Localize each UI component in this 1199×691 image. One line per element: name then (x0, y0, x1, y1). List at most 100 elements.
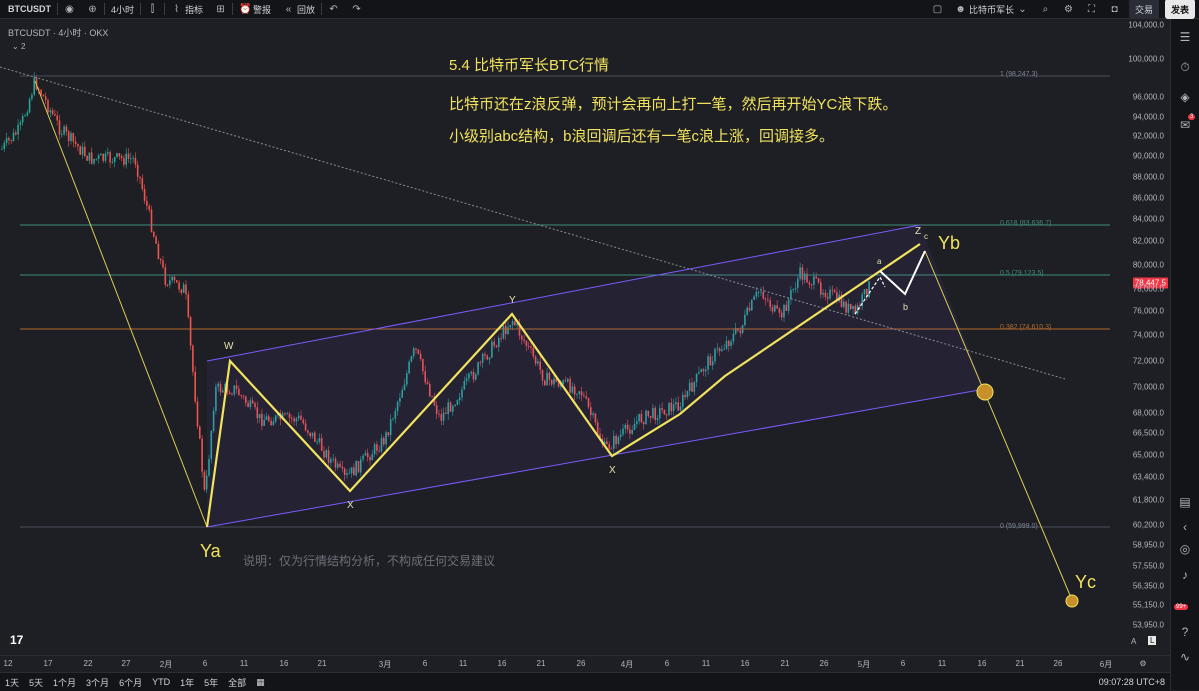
time-label: 6 (664, 659, 670, 668)
symbol-search-button[interactable]: BTCUSDT (0, 0, 57, 18)
range-button[interactable]: 6个月 (114, 676, 147, 689)
publish-button[interactable]: 发表 (1164, 0, 1195, 19)
candle-body (12, 132, 15, 141)
time-axis[interactable]: ⚙ 12 17 22 27 2月 6 11 16 21 3月 6 11 16 21 26 4月 6 11 16 21 2… (0, 655, 1170, 672)
log-scale-button[interactable]: L (1148, 636, 1157, 645)
wave-label-y: Y (509, 295, 516, 306)
candle-body (194, 371, 196, 402)
bell-icon[interactable]: ♪ (1177, 567, 1193, 583)
wave-label-b: b (903, 302, 909, 312)
time-label: 3月 (378, 660, 392, 669)
candle-body (1, 148, 3, 150)
time-label: 11 (458, 659, 468, 668)
layout-square-button[interactable]: ▢ (926, 0, 949, 18)
channel-fill (207, 225, 985, 527)
compare-button[interactable]: ◉ (58, 0, 81, 18)
range-button[interactable]: 1年 (175, 676, 199, 689)
quick-search-button[interactable]: ⌕ (1034, 0, 1057, 18)
candle-body (109, 152, 111, 163)
legend-count[interactable]: ⌄ 2 (12, 42, 25, 51)
candle-body (72, 133, 75, 142)
time-label: 4月 (620, 660, 634, 669)
candle-body (199, 426, 201, 439)
range-button[interactable]: YTD (147, 677, 175, 687)
time-label: 17 (43, 659, 53, 668)
search-icon: ⌕ (1042, 3, 1049, 15)
fullscreen-button[interactable]: ⛶ (1080, 0, 1103, 18)
range-button[interactable]: 1个月 (48, 676, 81, 689)
interval-label: 4小时 (111, 4, 135, 15)
time-label: 21 (780, 659, 790, 668)
pulse-icon[interactable]: ∿ (1177, 649, 1193, 665)
price-axis[interactable]: 78,447.5 A L 104,000.0 100,000.0 96,000.0 9… (1114, 19, 1170, 655)
watchlist-icon[interactable]: ☰ (1177, 29, 1193, 45)
price-label: 65,000.0 (1132, 450, 1164, 460)
range-button[interactable]: 全部 (223, 676, 251, 689)
fib-label-1: 1 (98,247.3) (1000, 71, 1038, 78)
legend-count-value: 2 (20, 42, 26, 51)
range-button[interactable]: 5天 (24, 676, 48, 689)
symbol-legend[interactable]: BTCUSDT · 4小时 · OKX (8, 26, 108, 39)
layers-icon[interactable]: ◈ (1177, 89, 1193, 105)
range-button[interactable]: 5年 (199, 676, 223, 689)
bottom-bar: 1天 5天 1个月 3个月 6个月 YTD 1年 5年 全部 ▦ 09:07:28 UTC+8 (0, 672, 1170, 691)
settings-button[interactable]: ⚙ (1057, 0, 1080, 18)
candle-body (169, 280, 171, 285)
publish-label: 发表 (1170, 4, 1189, 15)
templates-button[interactable]: ⊞ (209, 0, 232, 18)
candle-body (120, 156, 123, 159)
toolbar-right: ▢ ☻ 比特币军长 ⌄ ⌕ ⚙ ⛶ ◘ 交易 发表 (926, 0, 1199, 19)
time-label: 21 (1015, 659, 1025, 668)
replay-button[interactable]: « 回放 (277, 0, 321, 18)
candle-body (90, 152, 93, 164)
time-label: 2月 (159, 660, 173, 669)
candle-body (157, 243, 160, 260)
candle-body (134, 157, 137, 165)
time-label: 26 (576, 659, 586, 668)
trade-button[interactable]: 交易 (1128, 0, 1159, 19)
auto-scale-button[interactable]: A (1131, 637, 1136, 646)
wave-label-ya: Ya (200, 541, 221, 561)
time-label: 16 (977, 659, 987, 668)
layout-name-button[interactable]: ☻ 比特币军长 ⌄ (949, 0, 1034, 18)
candle-body (132, 157, 134, 159)
snapshot-button[interactable]: ◘ (1103, 0, 1126, 18)
interval-button[interactable]: 4小时 (105, 0, 140, 18)
range-button[interactable]: 3个月 (81, 676, 114, 689)
rewind-icon: « (285, 3, 292, 15)
undo-button[interactable]: ↶ (322, 0, 345, 18)
clock[interactable]: 09:07:28 UTC+8 (1094, 677, 1170, 687)
candle-body (164, 267, 167, 285)
calendar-icon[interactable]: ▤ (1177, 494, 1193, 510)
price-label: 80,000.0 (1132, 260, 1164, 270)
fib-label-0: 0 (59,999.0) (1000, 523, 1038, 530)
candle-body (84, 146, 86, 157)
price-label: 76,000.0 (1132, 306, 1164, 316)
target-icon[interactable]: ◎ (1177, 541, 1193, 557)
time-label: 11 (937, 659, 947, 668)
candle-body (153, 231, 155, 237)
alerts-clock-icon[interactable]: ⏱ (1177, 59, 1193, 75)
chart-type-button[interactable]: ⫿ (141, 0, 164, 18)
candle-body (123, 158, 125, 165)
candle-body (127, 153, 130, 159)
tradingview-logo[interactable]: 17 (10, 633, 23, 647)
range-button[interactable]: 1天 (0, 676, 24, 689)
price-label: 55,150.0 (1132, 600, 1164, 610)
add-symbol-button[interactable]: ⊕ (81, 0, 104, 18)
alert-button[interactable]: ⏰ 警报 (233, 0, 277, 18)
goto-date-icon[interactable]: ▦ (251, 677, 270, 688)
candle-body (192, 345, 194, 372)
chart-canvas[interactable] (0, 19, 1114, 655)
axis-settings-icon[interactable]: ⚙ (1139, 659, 1146, 668)
collapse-chevron-icon[interactable]: ‹ (1177, 519, 1193, 535)
fib-label-0618: 0.618 (83,636.7) (1000, 220, 1052, 227)
fib-label-05: 0.5 (79,123.5) (1000, 270, 1044, 277)
time-label: 26 (819, 659, 829, 668)
chevron-down-icon: ⌄ (1018, 3, 1027, 15)
redo-button[interactable]: ↷ (345, 0, 368, 18)
time-label: 11 (239, 659, 249, 668)
candle-body (180, 289, 183, 293)
indicators-button[interactable]: ⌇ 指标 (165, 0, 209, 18)
help-icon[interactable]: ? (1177, 624, 1193, 640)
